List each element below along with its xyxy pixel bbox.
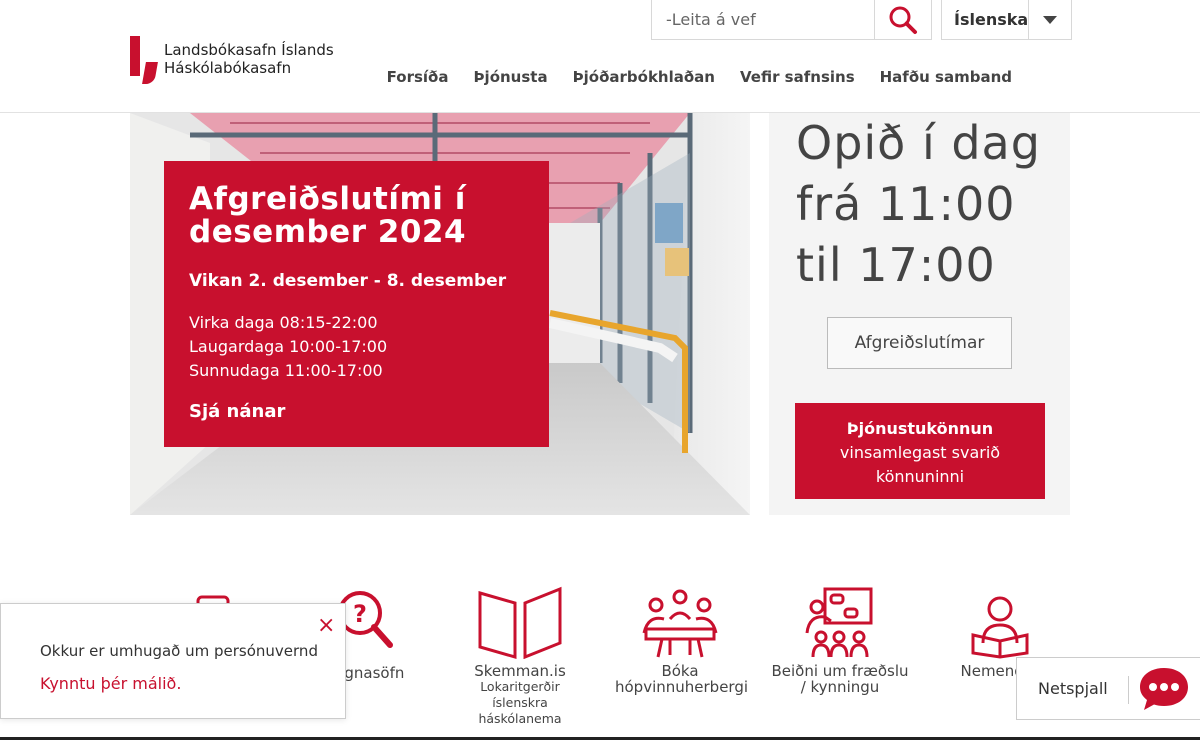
service-label: Bóka hópvinnuherbergi (615, 662, 749, 696)
opening-hours-button[interactable]: Afgreiðslutímar (827, 317, 1012, 369)
logo-line-1: Landsbókasafn Íslands (164, 41, 334, 59)
logo-text: Landsbókasafn Íslands Háskólabókasafn (164, 41, 334, 77)
open-book-icon (478, 586, 562, 659)
main-nav: Forsíða Þjónusta Þjóðarbókhlaðan Vefir s… (387, 68, 1012, 86)
open-today-text: Opið í dag frá 11:00 til 17:00 (796, 116, 1041, 292)
hero-hours-sunday: Sunnudaga 11:00-17:00 (189, 361, 383, 380)
survey-title: Þjónustukönnun (846, 419, 994, 438)
presentation-icon (805, 587, 873, 658)
hero-hours-saturday: Laugardaga 10:00-17:00 (189, 337, 388, 356)
service-label: Beiðni um fræðslu / kynningu (771, 662, 909, 696)
service-item-hopvinnuherbergi[interactable]: Bóka hópvinnuherbergi (600, 585, 760, 695)
site-logo[interactable]: Landsbókasafn Íslands Háskólabókasafn (130, 36, 334, 84)
cookie-more-link[interactable]: Kynntu þér málið. (40, 674, 181, 693)
nav-item-thjonusta[interactable]: Þjónusta (473, 68, 547, 86)
chat-widget[interactable]: Netspjall (1016, 657, 1200, 720)
language-select[interactable]: Íslenska (941, 0, 1072, 40)
hero-title: Afgreiðslutími í desember 2024 (189, 181, 467, 250)
service-sublabel: Lokaritgerðir íslenskra háskólanema (478, 679, 562, 726)
chevron-down-icon (1028, 0, 1071, 39)
nav-item-vefir-safnsins[interactable]: Vefir safnsins (740, 68, 855, 86)
search-input[interactable] (652, 0, 874, 39)
site-header: Landsbókasafn Íslands Háskólabókasafn Ís… (0, 0, 1200, 113)
student-reading-icon (971, 596, 1029, 659)
chat-label: Netspjall (1038, 679, 1108, 698)
nav-item-forsida[interactable]: Forsíða (387, 68, 449, 86)
chat-divider (1128, 676, 1129, 704)
language-label: Íslenska (954, 10, 1029, 29)
logo-mark-icon (130, 36, 158, 84)
group-table-icon (642, 589, 718, 658)
hero-more-link[interactable]: Sjá nánar (189, 401, 285, 422)
survey-text: vinsamlegast svarið könnuninni (839, 443, 1001, 486)
opening-hours-panel: Opið í dag frá 11:00 til 17:00 Afgreiðsl… (769, 113, 1070, 515)
logo-line-2: Háskólabókasafn (164, 59, 292, 77)
hero-week: Vikan 2. desember - 8. desember (189, 271, 507, 291)
search-button[interactable] (874, 0, 931, 39)
search-icon (889, 6, 917, 34)
hero-banner[interactable]: Afgreiðslutími í desember 2024 Vikan 2. … (130, 113, 750, 515)
service-item-fraedsla[interactable]: Beiðni um fræðslu / kynningu (760, 585, 920, 695)
service-item-skemman[interactable]: Skemman.is Lokaritgerðir íslenskra háskó… (440, 585, 600, 727)
cookie-notice: × Okkur er umhugað um persónuvernd Kynnt… (0, 603, 346, 719)
cookie-text: Okkur er umhugað um persónuvernd (40, 642, 318, 660)
svg-text:?: ? (353, 600, 367, 628)
chat-bubble-icon[interactable] (1138, 666, 1190, 712)
hero-hours-weekdays: Virka daga 08:15-22:00 (189, 313, 378, 332)
survey-button[interactable]: Þjónustukönnun vinsamlegast svarið könnu… (795, 403, 1045, 499)
service-label: Skemman.is (474, 662, 566, 680)
hero-hours: Virka daga 08:15-22:00 Laugardaga 10:00-… (189, 311, 524, 383)
search-box (651, 0, 932, 40)
nav-item-hafdu-samband[interactable]: Hafðu samband (880, 68, 1012, 86)
close-icon[interactable]: × (317, 615, 335, 637)
nav-item-thjodarbokhladan[interactable]: Þjóðarbókhlaðan (573, 68, 715, 86)
hero-card: Afgreiðslutími í desember 2024 Vikan 2. … (164, 161, 549, 447)
